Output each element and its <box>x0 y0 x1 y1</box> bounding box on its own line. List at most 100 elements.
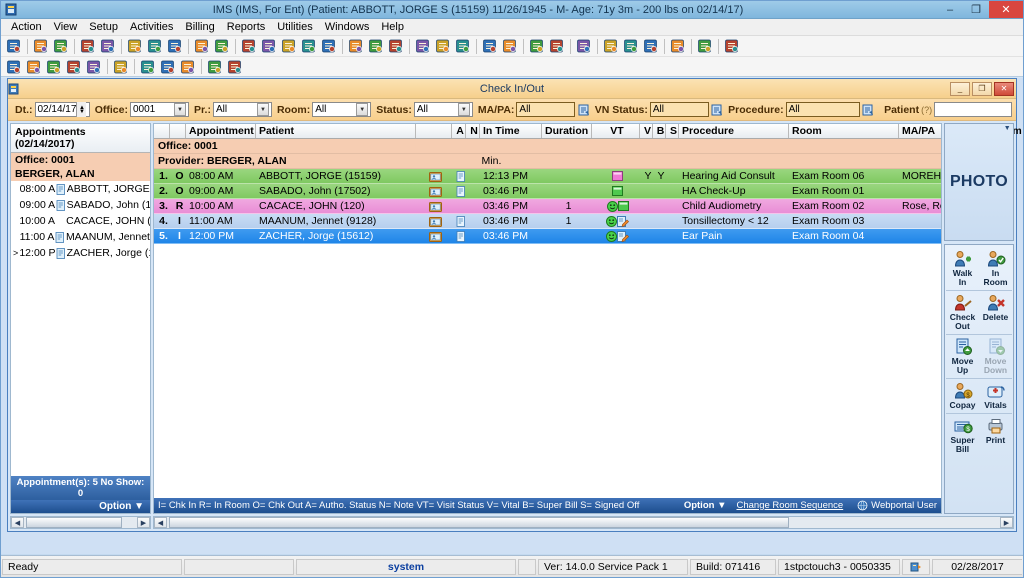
document-icon[interactable] <box>192 37 211 55</box>
grid-column-header-s[interactable]: S <box>666 124 679 138</box>
claim-icon[interactable] <box>299 37 318 55</box>
scroll-left-icon[interactable]: ◀ <box>154 517 167 528</box>
appointment-icon[interactable] <box>386 37 405 55</box>
action-button-print[interactable]: Print <box>979 415 1012 455</box>
scroll-track[interactable] <box>167 517 1000 528</box>
menu-item-reports[interactable]: Reports <box>221 20 272 34</box>
appointment-list-item[interactable]: >12:00 PZACHER, Jorge (1561 <box>11 245 150 261</box>
grid-column-header-num[interactable] <box>154 124 170 138</box>
grid-column-header-appointment[interactable]: Appointment <box>186 124 256 138</box>
grid-column-header-room[interactable]: Room <box>789 124 899 138</box>
chevron-down-icon[interactable]: ▼ <box>457 103 470 116</box>
provider-select[interactable]: All ▼ <box>212 102 272 117</box>
grid-column-header-b[interactable]: B <box>653 124 666 138</box>
procedure-input[interactable]: All <box>785 102 860 117</box>
scroll-thumb[interactable] <box>169 517 789 528</box>
grid-row[interactable]: 3. R 10:00 AM CACACE, JOHN (120) 03:46 PM 1 Ch… <box>154 199 941 214</box>
report-chart-icon[interactable] <box>158 58 177 76</box>
scroll-right-icon[interactable]: ▶ <box>137 517 150 528</box>
date-spinner[interactable]: ▲ ▼ <box>76 102 87 117</box>
menu-item-windows[interactable]: Windows <box>319 20 376 34</box>
date-input[interactable]: 02/14/17 ▲ ▼ <box>34 102 90 117</box>
vn-status-input[interactable]: All <box>649 102 709 117</box>
globe-icon[interactable] <box>433 37 452 55</box>
note-edit-icon[interactable] <box>98 37 117 55</box>
cancel-icon[interactable] <box>225 58 244 76</box>
last-record-icon[interactable] <box>64 58 83 76</box>
grid-row[interactable]: 5. I 12:00 PM ZACHER, Jorge (15612) 03:46 PM… <box>154 229 941 244</box>
refresh-icon[interactable] <box>111 58 130 76</box>
calendar-icon[interactable] <box>346 37 365 55</box>
exchange-icon[interactable] <box>621 37 640 55</box>
status-select[interactable]: All ▼ <box>413 102 473 117</box>
patient-edit-icon[interactable] <box>51 37 70 55</box>
grid-column-header-v[interactable]: V <box>640 124 653 138</box>
next-record-icon[interactable] <box>44 58 63 76</box>
help-icon[interactable] <box>668 37 687 55</box>
appointments-list[interactable]: 08:00 A ABBOTT, JORGE (15 09:00 A SABADO, J… <box>11 181 150 476</box>
grid-column-header-duration[interactable]: Duration <box>542 124 592 138</box>
word-icon[interactable] <box>641 37 660 55</box>
grid-column-header-intime[interactable]: In Time <box>480 124 542 138</box>
appointment-list-item[interactable]: 08:00 A ABBOTT, JORGE (15 <box>11 181 150 197</box>
action-button-delete[interactable]: Delete <box>979 292 1012 332</box>
menu-item-action[interactable]: Action <box>5 20 48 34</box>
child-restore-button[interactable]: ❐ <box>972 81 992 96</box>
patient-photo-box[interactable]: ▼ PHOTO <box>944 123 1014 241</box>
action-button-vitals[interactable]: Vitals <box>979 380 1012 411</box>
task-icon[interactable] <box>601 37 620 55</box>
room-select[interactable]: All ▼ <box>312 102 372 117</box>
photo-dropdown-icon[interactable]: ▼ <box>1004 125 1011 132</box>
prev-record-icon[interactable] <box>24 58 43 76</box>
appointment-list-item[interactable]: 09:00 A SABADO, John (1750 <box>11 197 150 213</box>
action-button-walk-in[interactable]: Walk In <box>946 248 979 288</box>
grid-row[interactable]: 2. O 09:00 AM SABADO, John (17502) 03:46 PM H… <box>154 184 941 199</box>
back-icon[interactable] <box>413 37 432 55</box>
appointments-hscroll[interactable]: ◀ ▶ <box>10 516 151 529</box>
rx-edit-icon[interactable] <box>500 37 519 55</box>
action-button-check-out[interactable]: Check Out <box>946 292 979 332</box>
connection-icon[interactable] <box>902 558 930 575</box>
action-button-move-up[interactable]: Move Up <box>946 336 979 376</box>
appointment-list-item[interactable]: 11:00 A MAANUM, Jennet (91 <box>11 229 150 245</box>
menu-item-view[interactable]: View <box>48 20 84 34</box>
close-button[interactable]: ✕ <box>989 1 1023 18</box>
patient-icon[interactable] <box>4 37 23 55</box>
grid-column-header-status[interactable] <box>170 124 186 138</box>
scroll-thumb[interactable] <box>26 517 122 528</box>
grid-icon[interactable] <box>178 58 197 76</box>
globe-alt-icon[interactable] <box>453 37 472 55</box>
payment-icon[interactable] <box>259 37 278 55</box>
lock-icon[interactable] <box>695 37 714 55</box>
mapa-input[interactable]: All <box>516 102 576 117</box>
child-close-button[interactable]: ✕ <box>994 81 1014 96</box>
dollar-icon[interactable] <box>239 37 258 55</box>
change-room-sequence-link[interactable]: Change Room Sequence <box>736 500 843 511</box>
menu-item-utilities[interactable]: Utilities <box>271 20 318 34</box>
chevron-down-icon[interactable]: ▼ <box>256 103 269 116</box>
menu-item-billing[interactable]: Billing <box>179 20 220 34</box>
scroll-right-icon[interactable]: ▶ <box>1000 517 1013 528</box>
documents-icon[interactable] <box>212 37 231 55</box>
ledger-icon[interactable] <box>279 37 298 55</box>
grid-column-header-a[interactable]: A <box>452 124 466 138</box>
action-button-copay[interactable]: $ Copay <box>946 380 979 411</box>
dollar-icon[interactable] <box>138 58 157 76</box>
folder-open-icon[interactable] <box>78 37 97 55</box>
child-minimize-button[interactable]: _ <box>950 81 970 96</box>
grid-column-header-patient[interactable]: Patient <box>256 124 416 138</box>
report-chart-icon[interactable] <box>527 37 546 55</box>
grid-column-header-authicon[interactable] <box>416 124 452 138</box>
scheduler-icon[interactable] <box>366 37 385 55</box>
grid-column-header-procedure[interactable]: Procedure <box>679 124 789 138</box>
office-select[interactable]: 0001 ▼ <box>130 102 190 117</box>
lab-flask-icon[interactable] <box>145 37 164 55</box>
chevron-down-icon[interactable]: ▼ <box>174 103 187 116</box>
patient-add-icon[interactable] <box>31 37 50 55</box>
chevron-down-icon[interactable]: ▼ <box>356 103 369 116</box>
shield-icon[interactable] <box>165 37 184 55</box>
menu-item-activities[interactable]: Activities <box>124 20 179 34</box>
grid-rows[interactable]: 1. O 08:00 AM ABBOTT, JORGE (15159) 12:13 PM… <box>154 169 941 498</box>
grid-column-header-n[interactable]: N <box>466 124 480 138</box>
contact-card-icon[interactable] <box>547 37 566 55</box>
